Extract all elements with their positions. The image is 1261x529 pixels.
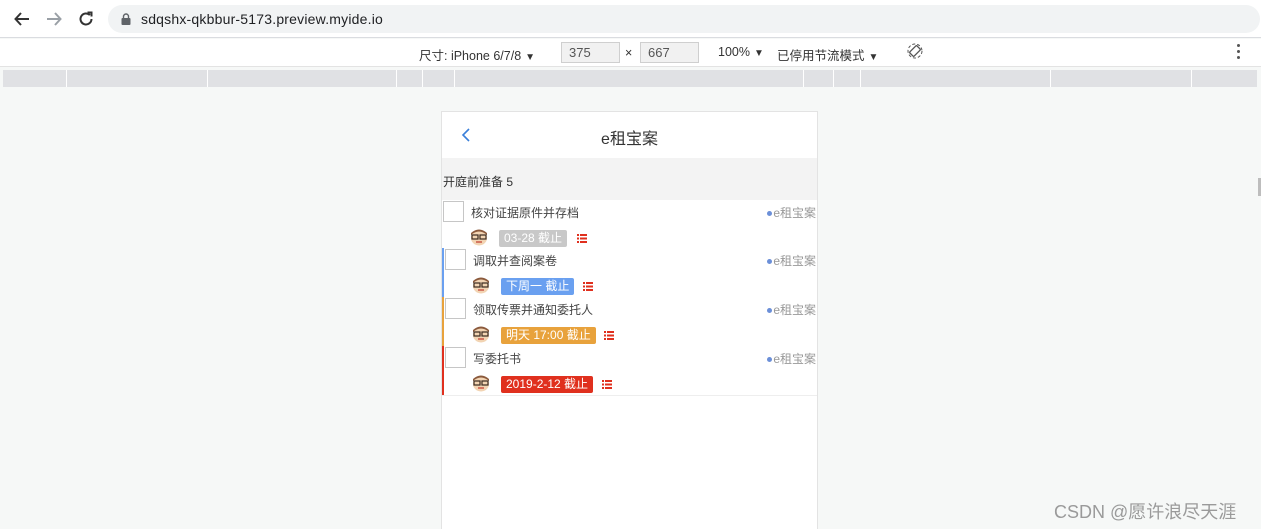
task-checkbox[interactable] [445,298,466,319]
device-toolbar: 尺寸: iPhone 6/7/8 ▼ 375 × 667 100% ▼ 已停用节流模… [0,39,1261,67]
width-input[interactable]: 375 [561,42,620,63]
dot-icon [767,211,773,217]
throttle-select[interactable]: 已停用节流模式 ▼ [777,45,878,64]
dot-icon [767,357,773,363]
forward-arrow-icon[interactable] [43,8,65,30]
task-source[interactable]: e租宝案 [767,204,816,221]
times-sign: × [625,46,633,60]
task-item[interactable]: 领取传票并通知委托人 e租宝案 明天 17:00 截止 [442,297,817,346]
section-title: 开庭前准备 5 [443,175,514,189]
rotate-icon[interactable] [907,43,923,62]
task-source-label: e租宝案 [773,206,816,220]
avatar-icon [473,326,489,343]
caret-down-icon: ▼ [868,52,879,63]
task-source-label: e租宝案 [773,303,816,317]
list-divider [442,395,817,396]
dot-icon [767,308,773,314]
task-item[interactable]: 调取并查阅案卷 e租宝案 下周一 截止 [442,248,817,297]
address-bar[interactable]: sdqshx-qkbbur-5173.preview.myide.io [108,5,1260,33]
task-item[interactable]: 写委托书 e租宝案 2019-2-12 截止 [442,346,817,395]
task-source[interactable]: e租宝案 [767,350,816,367]
watermark: CSDN @愿许浪尽天涯 [1054,502,1237,522]
task-name: 调取并查阅案卷 [473,254,558,268]
subtask-list-icon[interactable] [577,234,587,243]
task-source-label: e租宝案 [773,352,816,366]
device-select[interactable]: 尺寸: iPhone 6/7/8 ▼ [419,45,535,64]
device-select-label: 尺寸: iPhone 6/7/8 [419,49,522,63]
device-viewport: e租宝案 开庭前准备 5 核对证据原件并存档 e租宝案 03-28 截止 调取并… [441,111,818,529]
task-name: 核对证据原件并存档 [471,206,580,220]
caret-down-icon: ▼ [753,48,764,59]
subtask-list-icon[interactable] [602,380,612,389]
priority-bar [442,346,444,395]
task-source-label: e租宝案 [773,254,816,268]
caret-down-icon: ▼ [525,52,536,63]
deadline-badge: 下周一 截止 [501,278,575,295]
throttle-label: 已停用节流模式 [777,49,865,63]
priority-bar [442,248,444,297]
avatar-icon [471,229,487,246]
task-checkbox[interactable] [445,347,466,368]
zoom-select[interactable]: 100% ▼ [718,45,764,59]
deadline-badge: 03-28 截止 [499,230,568,247]
reload-icon[interactable] [75,8,97,30]
avatar-icon [473,277,489,294]
priority-bar [442,297,444,346]
media-query-ruler[interactable] [3,70,1257,87]
zoom-label: 100% [718,45,750,59]
browser-toolbar: sdqshx-qkbbur-5173.preview.myide.io [0,0,1261,38]
deadline-badge: 2019-2-12 截止 [501,376,594,393]
task-name: 写委托书 [473,352,522,366]
more-options-icon[interactable] [1234,44,1242,62]
task-source[interactable]: e租宝案 [767,301,816,318]
page-title: e租宝案 [601,131,658,148]
lock-icon [121,13,131,25]
task-source[interactable]: e租宝案 [767,252,816,269]
section-header: 开庭前准备 5 [442,158,817,200]
avatar-icon [473,375,489,392]
back-arrow-icon[interactable] [11,8,33,30]
height-input[interactable]: 667 [640,42,699,63]
subtask-list-icon[interactable] [604,331,614,340]
app-header: e租宝案 [442,112,817,158]
task-item[interactable]: 核对证据原件并存档 e租宝案 03-28 截止 [442,200,817,249]
dot-icon [767,259,773,265]
task-checkbox[interactable] [445,249,466,270]
url-text[interactable]: sdqshx-qkbbur-5173.preview.myide.io [141,11,383,27]
subtask-list-icon[interactable] [583,282,593,291]
deadline-badge: 明天 17:00 截止 [501,327,596,344]
task-checkbox[interactable] [443,201,464,222]
task-name: 领取传票并通知委托人 [473,303,594,317]
